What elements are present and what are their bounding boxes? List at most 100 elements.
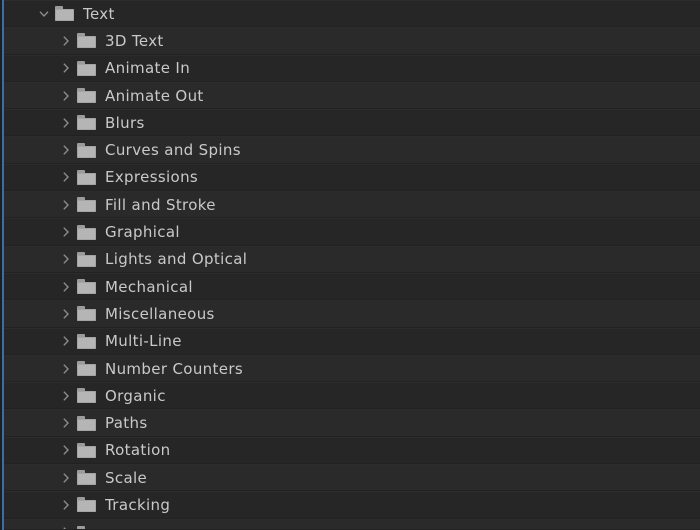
tree-row[interactable]: Number Counters [0, 354, 700, 383]
tree-row-label: Paths [105, 414, 148, 433]
chevron-right-icon[interactable] [58, 115, 74, 131]
folder-icon [77, 115, 96, 131]
chevron-right-icon[interactable] [58, 224, 74, 240]
folder-body [77, 473, 96, 486]
chevron-right-icon[interactable] [58, 169, 74, 185]
tree-row[interactable]: Mechanical [0, 272, 700, 301]
chevron-down-icon[interactable] [36, 6, 52, 22]
folder-body [77, 145, 96, 158]
tree-row[interactable]: Fill and Stroke [0, 191, 700, 219]
tree-row[interactable] [0, 518, 700, 530]
tree-row[interactable]: Graphical [0, 218, 700, 246]
folder-icon [77, 224, 96, 240]
chevron-right-icon[interactable] [58, 33, 74, 49]
chevron-right-icon[interactable] [58, 470, 74, 486]
folder-tree-panel: Text 3D Text Animate In Animate Out Blurs Cur… [0, 0, 700, 530]
tree-row[interactable]: Animate In [0, 54, 700, 82]
tree-row-label: Fill and Stroke [105, 195, 216, 214]
folder-body [77, 336, 96, 349]
chevron-right-icon[interactable] [58, 88, 74, 104]
chevron-right-icon[interactable] [58, 60, 74, 76]
folder-icon [77, 470, 96, 486]
tree-row[interactable]: 3D Text [0, 27, 700, 55]
tree-row[interactable]: Curves and Spins [0, 136, 700, 164]
tree-row-label: Expressions [105, 168, 199, 187]
folder-body [77, 254, 96, 267]
tree-row-label: Lights and Optical [105, 250, 248, 269]
chevron-right-icon[interactable] [58, 388, 74, 404]
folder-icon [77, 415, 96, 431]
folder-icon [77, 333, 96, 349]
folder-icon [77, 525, 96, 530]
folder-body [77, 172, 96, 185]
folder-icon [77, 361, 96, 376]
folder-icon [77, 88, 96, 104]
folder-tree: Text 3D Text Animate In Animate Out Blurs Cur… [0, 0, 700, 530]
tree-row[interactable]: Scale [0, 464, 700, 492]
tree-row[interactable]: Paths [0, 409, 700, 437]
folder-icon [55, 6, 74, 22]
folder-body [77, 418, 96, 431]
tree-row[interactable]: Animate Out [0, 81, 700, 110]
folder-icon [77, 251, 96, 267]
chevron-right-icon[interactable] [58, 333, 74, 349]
folder-body [77, 36, 96, 49]
tree-row-label: Animate Out [105, 86, 204, 105]
tree-row-label: Blurs [105, 113, 145, 132]
chevron-right-icon[interactable] [58, 279, 74, 295]
folder-icon [77, 442, 96, 458]
folder-body [77, 500, 96, 513]
tree-row[interactable]: Tracking [0, 491, 700, 519]
chevron-right-icon[interactable] [58, 524, 74, 529]
tree-row-label: Rotation [105, 441, 171, 460]
folder-body [77, 282, 96, 295]
folder-body [77, 200, 96, 213]
folder-body [77, 445, 96, 458]
tree-row-label: Multi-Line [105, 332, 182, 351]
folder-icon [77, 197, 96, 213]
tree-row[interactable]: Rotation [0, 436, 700, 465]
chevron-right-icon[interactable] [58, 197, 74, 213]
folder-icon [77, 142, 96, 158]
folder-body [77, 91, 96, 104]
chevron-right-icon[interactable] [58, 251, 74, 267]
chevron-right-icon[interactable] [58, 497, 74, 513]
folder-icon [77, 306, 96, 322]
tree-row[interactable]: Text [0, 0, 700, 28]
chevron-right-icon[interactable] [58, 442, 74, 458]
folder-body [77, 309, 96, 322]
folder-icon [77, 169, 96, 185]
chevron-right-icon[interactable] [58, 142, 74, 158]
tree-row-label: Miscellaneous [105, 304, 215, 323]
tree-row-label: Scale [105, 468, 148, 487]
tree-row[interactable]: Organic [0, 382, 700, 410]
tree-row-label: 3D Text [105, 31, 164, 50]
tree-row[interactable]: Multi-Line [0, 327, 700, 355]
tree-row-label: Graphical [105, 223, 180, 242]
tree-row[interactable]: Miscellaneous [0, 300, 700, 328]
folder-body [77, 63, 96, 76]
tree-row-label: Text [83, 4, 115, 23]
tree-row-label: Curves and Spins [105, 141, 241, 160]
folder-body [77, 529, 96, 530]
folder-body [77, 391, 96, 404]
folder-icon [77, 33, 96, 49]
chevron-right-icon[interactable] [58, 415, 74, 431]
folder-icon [77, 388, 96, 404]
tree-row-label: Tracking [105, 495, 171, 514]
folder-icon [77, 279, 96, 295]
folder-body [77, 364, 96, 376]
tree-row[interactable]: Lights and Optical [0, 245, 700, 273]
tree-row[interactable]: Expressions [0, 163, 700, 192]
tree-row-label: Organic [105, 386, 166, 405]
active-panel-accent-strip [2, 0, 4, 530]
folder-icon [77, 497, 96, 513]
folder-body [55, 9, 74, 22]
chevron-right-icon[interactable] [58, 361, 74, 377]
tree-row-label: Animate In [105, 59, 191, 78]
tree-row-label: Number Counters [105, 359, 244, 378]
chevron-right-icon[interactable] [58, 306, 74, 322]
folder-body [77, 227, 96, 240]
tree-row[interactable]: Blurs [0, 109, 700, 137]
tree-row-label: Mechanical [105, 277, 193, 296]
